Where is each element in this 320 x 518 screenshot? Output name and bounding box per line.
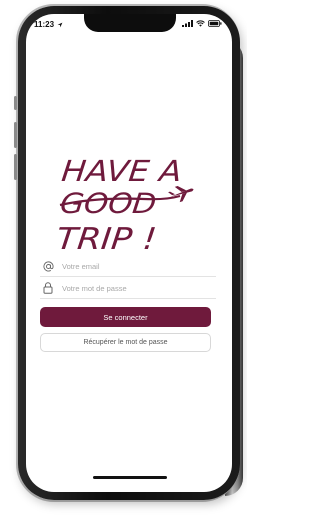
logo-line-1: HAVE A — [60, 154, 184, 188]
mute-switch — [14, 96, 17, 110]
status-bar-time: 11:23 — [34, 20, 63, 29]
logo-line-3: TRIP ! — [56, 222, 158, 257]
wifi-icon — [196, 20, 205, 27]
recover-password-button[interactable]: Récupérer le mot de passe — [40, 333, 211, 352]
password-input[interactable] — [62, 283, 212, 293]
location-arrow-icon — [57, 22, 63, 28]
device-mockup: 11:23 HAVE A GOOD TRIP ! Votre email Se … — [0, 0, 247, 518]
login-button-label: Se connecter — [103, 312, 148, 322]
at-sign-icon — [40, 258, 56, 274]
camera-notch — [84, 14, 176, 32]
battery-icon — [208, 20, 222, 27]
app-screen: 11:23 HAVE A GOOD TRIP ! Votre email Se … — [26, 14, 232, 492]
volume-down-button — [14, 154, 17, 180]
status-bar-icons — [182, 20, 222, 27]
status-time-text: 11:23 — [34, 20, 55, 29]
password-field[interactable] — [40, 278, 216, 299]
volume-up-button — [14, 122, 17, 148]
recover-password-label: Récupérer le mot de passe — [83, 339, 168, 346]
email-field[interactable] — [40, 256, 216, 277]
home-indicator[interactable] — [93, 476, 167, 479]
login-button[interactable]: Se connecter — [40, 307, 211, 327]
email-input[interactable] — [62, 261, 212, 271]
lock-icon — [40, 280, 56, 296]
cellular-signal-icon — [182, 20, 193, 27]
have-a-good-trip-logo: HAVE A GOOD TRIP ! — [56, 154, 194, 257]
